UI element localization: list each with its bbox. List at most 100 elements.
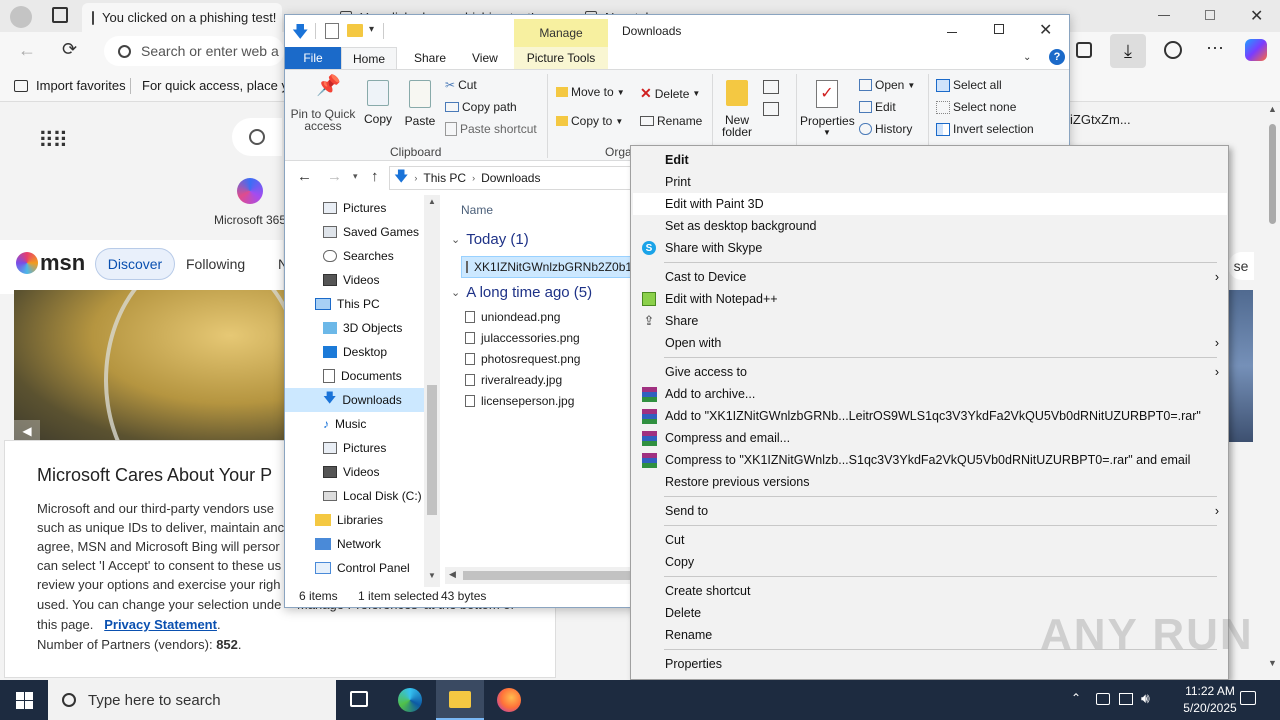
file-row[interactable]: julaccessories.png [465, 331, 580, 345]
easy-access-icon[interactable] [763, 102, 779, 116]
breadcrumb-this-pc[interactable]: This PC [423, 171, 466, 185]
tab-following[interactable]: Following [186, 256, 245, 272]
refresh-icon[interactable]: ⟳ [62, 39, 77, 60]
tab-file[interactable]: File [285, 47, 341, 69]
edit-button[interactable]: Edit [859, 100, 896, 114]
nav-item-documents[interactable]: Documents [323, 364, 402, 388]
m365-app-icon[interactable] [237, 178, 263, 204]
explorer-taskbar-button[interactable] [436, 680, 484, 720]
network-tray-icon[interactable] [1096, 693, 1110, 705]
nav-item-this-pc[interactable]: This PC [315, 292, 380, 316]
menu-item-share-skype[interactable]: S Share with Skype [633, 237, 1227, 259]
notification-icon[interactable] [1240, 691, 1256, 705]
tab-view[interactable]: View [472, 51, 498, 65]
volume-tray-icon[interactable]: 🔊︎ [1141, 690, 1150, 707]
menu-item-open-with[interactable]: Open with › [633, 332, 1227, 354]
menu-item-copy[interactable]: Copy [633, 551, 1227, 573]
file-row[interactable]: riveralready.jpg [465, 373, 562, 387]
nav-item-network[interactable]: Network [315, 532, 381, 556]
file-row[interactable]: licenseperson.jpg [465, 394, 574, 408]
menu-item-add-to-archive[interactable]: Add to archive... [633, 383, 1227, 405]
delete-button[interactable]: ✕ Delete ▼ [640, 85, 700, 102]
copy-to-button[interactable]: Copy to ▼ [556, 114, 623, 128]
select-all-button[interactable]: Select all [936, 78, 1002, 92]
firefox-taskbar-icon[interactable] [497, 688, 521, 712]
new-folder-button[interactable]: New folder [717, 80, 757, 138]
open-button[interactable]: Open ▼ [859, 78, 915, 92]
import-favorites-button[interactable]: Import favorites [14, 78, 126, 93]
minimize-icon[interactable] [1158, 15, 1170, 16]
msn-logo[interactable]: msn [16, 250, 85, 276]
nav-item-3d-objects[interactable]: 3D Objects [323, 316, 402, 340]
nav-up-icon[interactable]: ↑ [371, 168, 379, 185]
copy-button[interactable]: Copy [363, 80, 393, 126]
tab-share[interactable]: Share [414, 51, 446, 65]
paste-shortcut-button[interactable]: Paste shortcut [445, 122, 537, 136]
split-screen-icon[interactable] [1076, 42, 1092, 58]
move-to-button[interactable]: Move to ▼ [556, 85, 625, 99]
nav-item-desktop[interactable]: Desktop [323, 340, 387, 364]
downloads-button[interactable]: ⤓ [1110, 34, 1146, 68]
profile-avatar[interactable] [10, 6, 32, 28]
nav-item-pictures[interactable]: Pictures [323, 436, 386, 460]
performance-icon[interactable] [1164, 41, 1182, 59]
apps-grid-icon[interactable]: ⠿⠿ [38, 128, 68, 154]
msn-search-icon[interactable] [232, 118, 282, 156]
paste-button[interactable]: Paste [403, 80, 437, 128]
start-button[interactable] [0, 680, 48, 720]
restore-icon[interactable] [1205, 10, 1215, 20]
file-row-selected[interactable]: XK1IZNitGWnlzbGRNb2Z0b1 [461, 256, 633, 278]
group-longago[interactable]: ⌄ A long time ago (5) [451, 284, 592, 301]
nav-back-icon[interactable]: ← [297, 168, 312, 185]
nav-item-saved-games[interactable]: Saved Games [323, 220, 419, 244]
nav-item-pictures[interactable]: Pictures [323, 196, 386, 220]
name-column-header[interactable]: Name [461, 203, 493, 217]
menu-item-cut[interactable]: Cut [633, 529, 1227, 551]
nav-item-local-disk[interactable]: Local Disk (C:) [323, 484, 422, 508]
qat-dropdown-icon[interactable]: ▾ [369, 24, 374, 35]
wifi-tray-icon[interactable] [1119, 693, 1133, 705]
address-bar[interactable]: Search or enter web a [104, 36, 284, 66]
minimize-window-icon[interactable] [947, 32, 957, 33]
nav-item-music[interactable]: ♪ Music [323, 412, 366, 436]
nav-item-control-panel[interactable]: Control Panel [315, 556, 410, 580]
properties-qat-icon[interactable] [325, 23, 339, 39]
breadcrumb[interactable]: 🡇 › This PC › Downloads [389, 166, 631, 190]
menu-item-edit[interactable]: Edit [633, 149, 1227, 171]
menu-item-add-to-rar[interactable]: Add to "XK1IZNitGWnlzbGRNb...LeitrOS9WLS… [633, 405, 1227, 427]
new-item-icon[interactable] [763, 80, 779, 94]
pin-quick-access-button[interactable]: 📌 Pin to Quick access [289, 76, 357, 132]
nav-forward-icon[interactable]: → [327, 168, 342, 185]
copilot-icon[interactable] [1245, 39, 1267, 61]
recent-locations-icon[interactable]: ▾ [353, 171, 358, 182]
quick-access-down-arrow-icon[interactable]: 🡇 [292, 21, 308, 48]
menu-item-share[interactable]: ⇪ Share [633, 310, 1227, 332]
menu-item-create-shortcut[interactable]: Create shortcut [633, 580, 1227, 602]
menu-item-print[interactable]: Print [633, 171, 1227, 193]
menu-item-send-to[interactable]: Send to › [633, 500, 1227, 522]
select-none-button[interactable]: Select none [936, 100, 1016, 114]
close-icon[interactable]: ✕ [1250, 6, 1263, 26]
scroll-up-icon[interactable]: ▲ [1268, 104, 1277, 114]
nav-item-videos[interactable]: Videos [323, 460, 379, 484]
new-folder-qat-icon[interactable] [347, 24, 363, 37]
show-hidden-icons[interactable]: ⌃ [1071, 691, 1081, 705]
breadcrumb-downloads[interactable]: Downloads [481, 171, 540, 185]
nav-item-videos[interactable]: Videos [323, 268, 379, 292]
menu-item-cast-to-device[interactable]: Cast to Device › [633, 266, 1227, 288]
nav-item-downloads[interactable]: 🡇 Downloads [323, 388, 402, 412]
menu-item-edit-notepadpp[interactable]: Edit with Notepad++ [633, 288, 1227, 310]
menu-item-edit-paint3d[interactable]: Edit with Paint 3D [633, 193, 1227, 215]
ribbon-collapse-icon[interactable]: ⌄ [1023, 52, 1031, 63]
hero-prev-icon[interactable]: ◀ [14, 420, 40, 442]
nav-item-libraries[interactable]: Libraries [315, 508, 383, 532]
menu-item-compress-to-rar-email[interactable]: Compress to "XK1IZNitGWnlzb...S1qc3V3Ykd… [633, 449, 1227, 471]
privacy-statement-link[interactable]: Privacy Statement [104, 617, 217, 632]
manage-tab[interactable]: Manage [514, 19, 608, 47]
back-icon[interactable]: ← [18, 40, 36, 61]
group-today[interactable]: ⌄ Today (1) [451, 231, 529, 248]
nav-item-searches[interactable]: Searches [323, 244, 394, 268]
history-button[interactable]: History [859, 122, 912, 136]
more-icon[interactable]: ⋯ [1206, 38, 1224, 59]
close-chip[interactable]: se [1228, 252, 1254, 280]
